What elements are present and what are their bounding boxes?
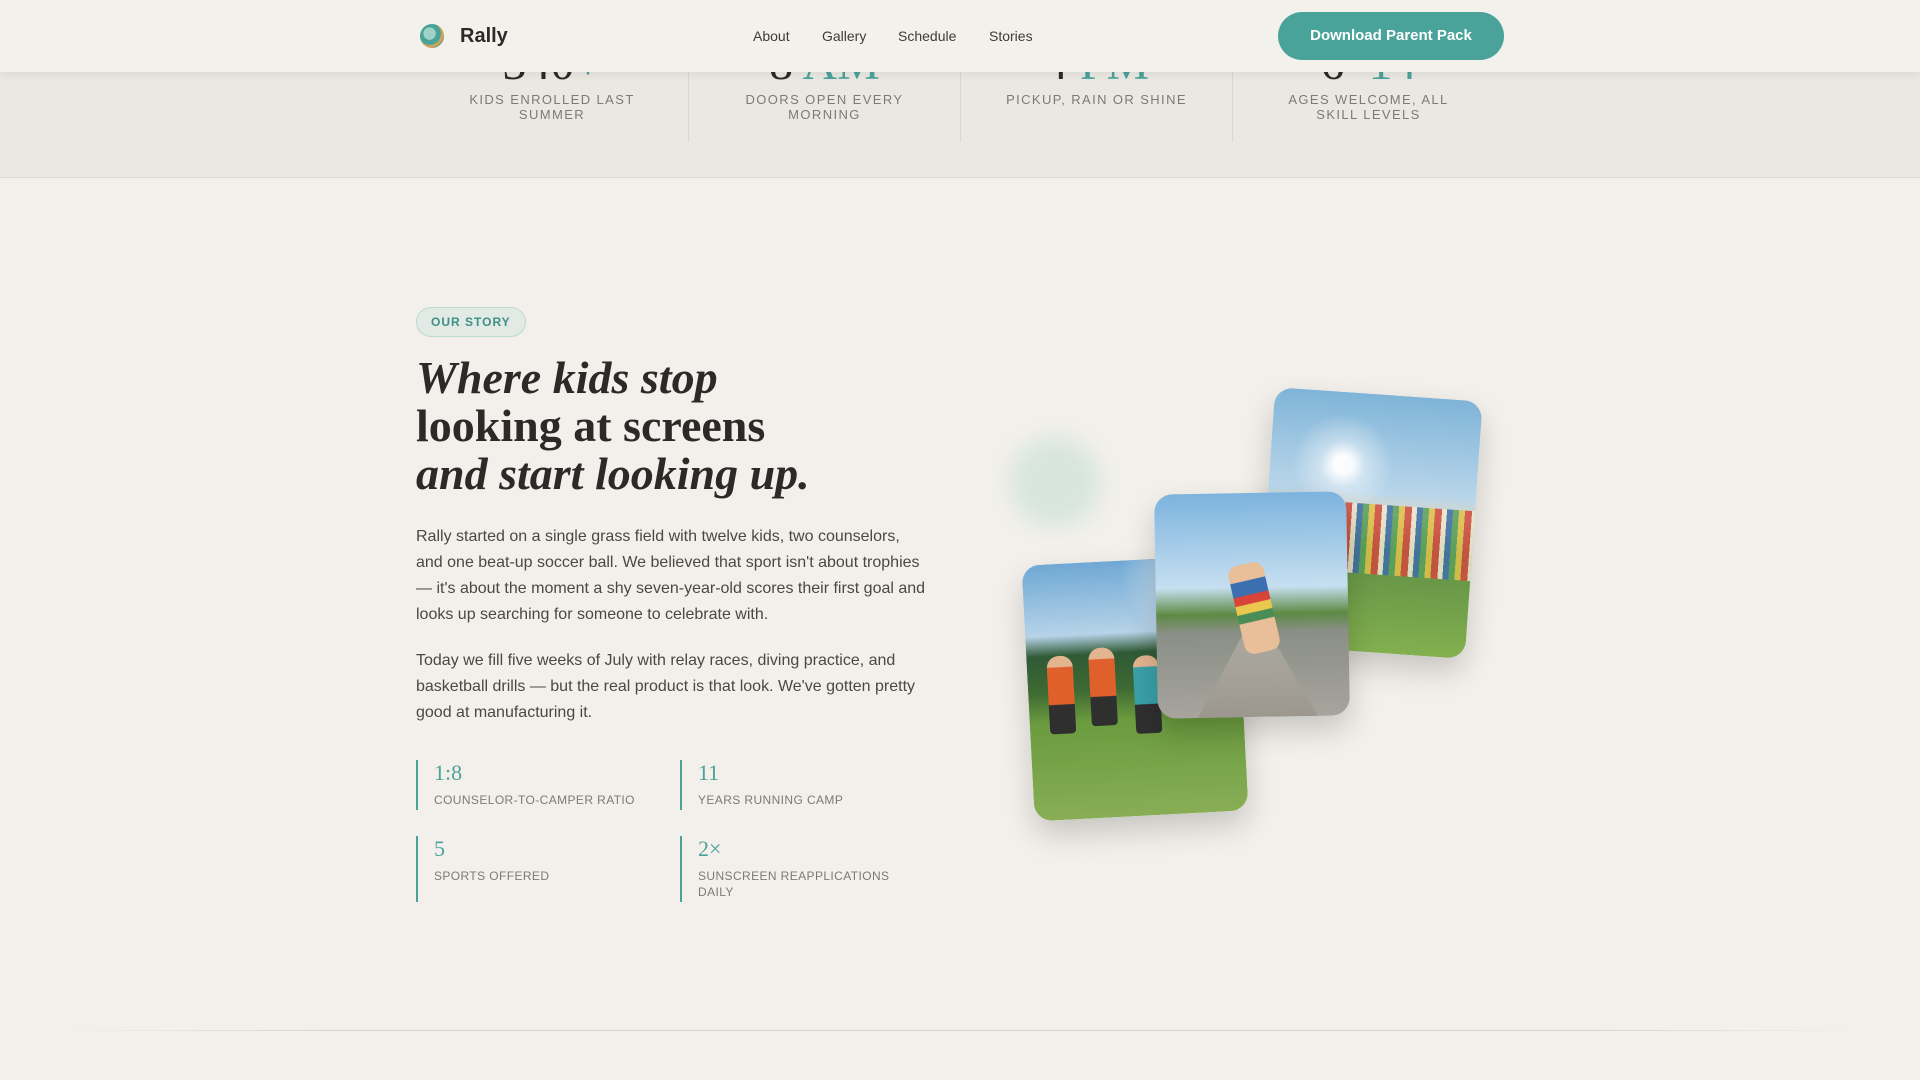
nav-schedule[interactable]: Schedule <box>898 27 956 45</box>
runner-figure <box>1087 647 1118 727</box>
logo-icon[interactable] <box>420 24 444 48</box>
fact-caption: Sunscreen reapplications daily <box>698 869 890 899</box>
stat-label: Kids enrolled last summer <box>469 92 635 122</box>
fact-value: 11 <box>698 760 720 785</box>
story-paragraph-2: Today we fill five weeks of July with re… <box>416 652 916 721</box>
fact-caption: Years running camp <box>698 793 844 807</box>
headline-line-2: looking at screens <box>416 400 766 451</box>
kid-cartwheel-figure <box>1226 560 1282 656</box>
download-parent-pack-button[interactable]: Download Parent Pack <box>1278 12 1504 60</box>
site-header: Rally About Gallery Schedule Stories Dow… <box>0 0 1920 72</box>
headline-line-3: and start looking up. <box>416 448 810 499</box>
section-eyebrow-badge: OUR STORY <box>416 307 526 337</box>
nav-gallery[interactable]: Gallery <box>822 27 866 45</box>
fact-value: 1:8 <box>434 760 463 785</box>
story-paragraph-1: Rally started on a single grass field wi… <box>416 528 926 623</box>
headline-line-1: Where kids stop <box>416 352 718 403</box>
fact-years: 11 Years running camp <box>680 760 910 810</box>
nav-about[interactable]: About <box>753 27 790 45</box>
section-divider <box>60 1030 1860 1031</box>
nav-stories[interactable]: Stories <box>989 27 1033 45</box>
story-headline: Where kids stop looking at screens and s… <box>416 354 936 498</box>
fact-value: 2× <box>698 836 722 861</box>
decorative-blob <box>1010 437 1100 527</box>
brand-name[interactable]: Rally <box>460 24 508 48</box>
fact-value: 5 <box>434 836 445 861</box>
stat-label: Pickup, rain or shine <box>1006 92 1187 107</box>
fact-caption: Counselor-to-camper ratio <box>434 793 635 807</box>
stat-label: Doors open every morning <box>745 92 904 122</box>
fact-sports: 5 Sports offered <box>416 836 646 902</box>
fact-caption: Sports offered <box>434 869 550 883</box>
fact-sunscreen: 2× Sunscreen reapplications daily <box>680 836 910 902</box>
runner-figure <box>1046 655 1077 735</box>
stat-label: Ages welcome, all skill levels <box>1288 92 1449 122</box>
fact-ratio: 1:8 Counselor-to-camper ratio <box>416 760 646 810</box>
photo-kid-cartwheel <box>1154 491 1350 719</box>
campers-crowd-graphic <box>1340 502 1476 582</box>
